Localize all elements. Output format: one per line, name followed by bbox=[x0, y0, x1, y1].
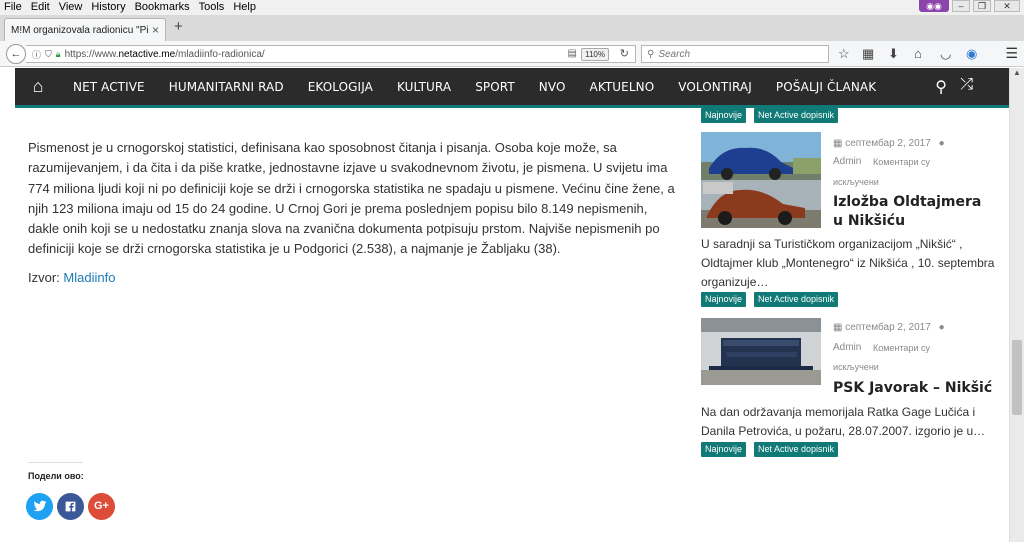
lock-icon: 🔒︎ bbox=[55, 48, 61, 59]
nav-aktuelno[interactable]: AKTUELNO bbox=[578, 80, 667, 94]
url-prefix: https://www. bbox=[64, 48, 119, 60]
site-navigation: ⌂ NET ACTIVE HUMANITARNI RAD EKOLOGIJA K… bbox=[15, 68, 1009, 108]
calendar-icon: ▦ bbox=[833, 322, 843, 333]
menu-history[interactable]: History bbox=[91, 0, 125, 15]
search-icon: ⚲ bbox=[647, 48, 655, 60]
post-comments: Коментари су bbox=[873, 157, 930, 167]
oldtimer-cars-image bbox=[701, 132, 821, 228]
post-comments-2: искључени bbox=[833, 177, 879, 187]
bookmark-star-icon[interactable]: ☆ bbox=[838, 46, 850, 62]
menu-file[interactable]: File bbox=[4, 0, 22, 15]
source-link[interactable]: Mladiinfo bbox=[63, 270, 115, 285]
reader-view-icon[interactable]: ▤ bbox=[568, 48, 577, 59]
tag-net-active-dopisnik[interactable]: Net Active dopisnik bbox=[754, 442, 839, 457]
tag-najnovije[interactable]: Najnovije bbox=[701, 108, 747, 123]
pocket-icon[interactable]: ◡ bbox=[940, 46, 951, 62]
user-icon: ● bbox=[938, 138, 945, 149]
nav-nvo[interactable]: NVO bbox=[527, 80, 578, 94]
menu-tools[interactable]: Tools bbox=[199, 0, 225, 15]
scrollbar-thumb[interactable] bbox=[1012, 340, 1022, 415]
nav-posalji-clanak[interactable]: POŠALJI ČLANAK bbox=[764, 80, 888, 94]
post-excerpt: Na dan održavanja memorijala Ratka Gage … bbox=[701, 405, 986, 438]
nav-volontiraj[interactable]: VOLONTIRAJ bbox=[666, 80, 764, 94]
active-tab[interactable]: M!M organizovala radionicu "Pisr × bbox=[4, 18, 166, 41]
user-icon: ● bbox=[938, 322, 945, 333]
post-comments-2: искључени bbox=[833, 362, 879, 372]
tab-title: M!M organizovala radionicu "Pisr bbox=[11, 24, 148, 36]
post-date-text: септембар 2, 2017 bbox=[845, 322, 931, 333]
tag-najnovije[interactable]: Najnovije bbox=[701, 442, 747, 457]
tag-najnovije[interactable]: Najnovije bbox=[701, 292, 747, 307]
team-photo-image bbox=[701, 318, 821, 385]
nav-sport[interactable]: SPORT bbox=[463, 80, 527, 94]
scroll-up-icon[interactable]: ▲ bbox=[1013, 68, 1021, 77]
tag-net-active-dopisnik[interactable]: Net Active dopisnik bbox=[754, 108, 839, 123]
twitter-icon bbox=[33, 500, 46, 512]
post-excerpt: U saradnji sa Turističkom organizacijom … bbox=[701, 237, 995, 289]
post-date: ▦ септембар 2, 2017 ● bbox=[833, 138, 945, 149]
zoom-level[interactable]: 110% bbox=[581, 48, 609, 61]
url-text[interactable]: https://www.netactive.me/mladiinfo-radio… bbox=[65, 49, 265, 60]
nav-kultura[interactable]: KULTURA bbox=[385, 80, 463, 94]
home-icon[interactable]: ⌂ bbox=[15, 76, 61, 97]
restore-button[interactable]: ❐ bbox=[973, 0, 991, 12]
menu-help[interactable]: Help bbox=[233, 0, 256, 15]
calendar-icon: ▦ bbox=[833, 138, 843, 149]
post-comments: Коментари су bbox=[873, 343, 930, 353]
back-button[interactable]: ← bbox=[6, 44, 26, 64]
post-title[interactable]: PSK Javorak – Nikšić bbox=[833, 379, 993, 398]
nav-net-active[interactable]: NET ACTIVE bbox=[61, 80, 157, 94]
article-paragraph: Pismenost je u crnogorskoj statistici, d… bbox=[28, 140, 675, 257]
menu-view[interactable]: View bbox=[59, 0, 83, 15]
share-section: Подели ово: bbox=[28, 462, 84, 481]
facebook-share-button[interactable] bbox=[57, 493, 84, 520]
twitter-share-button[interactable] bbox=[26, 493, 53, 520]
close-tab-icon[interactable]: × bbox=[152, 23, 159, 37]
reload-icon[interactable]: ↻ bbox=[620, 47, 629, 60]
post-date: ▦ септембар 2, 2017 ● bbox=[833, 322, 945, 333]
page-scrollbar[interactable]: ▲ bbox=[1009, 68, 1024, 542]
shield-icon[interactable]: ⛉ bbox=[45, 49, 52, 60]
navigation-toolbar: ← ⓘ ⛉ 🔒︎ https://www.netactive.me/mladii… bbox=[0, 41, 1024, 67]
article-body: Pismenost je u crnogorskoj statistici, d… bbox=[28, 138, 678, 260]
source-label: Izvor: bbox=[28, 270, 60, 285]
tag-net-active-dopisnik[interactable]: Net Active dopisnik bbox=[754, 292, 839, 307]
close-window-button[interactable]: ✕ bbox=[994, 0, 1020, 12]
private-browsing-icon: ◉◉ bbox=[919, 0, 949, 12]
article-source: Izvor: Mladiinfo bbox=[28, 270, 115, 285]
info-icon[interactable]: ⓘ bbox=[32, 48, 41, 61]
menu-bar: File Edit View History Bookmarks Tools H… bbox=[0, 0, 1024, 15]
hamburger-menu-icon[interactable]: ☰ bbox=[1005, 45, 1018, 62]
tab-bar: M!M organizovala radionicu "Pisr × + bbox=[0, 15, 1024, 41]
nav-ekologija[interactable]: EKOLOGIJA bbox=[296, 80, 385, 94]
nav-humanitarni-rad[interactable]: HUMANITARNI RAD bbox=[157, 80, 296, 94]
extension-icon[interactable]: ◉ bbox=[966, 46, 977, 62]
menu-edit[interactable]: Edit bbox=[31, 0, 50, 15]
url-bar[interactable]: ⓘ ⛉ 🔒︎ https://www.netactive.me/mladiinf… bbox=[26, 45, 636, 63]
post-title[interactable]: Izložba Oldtajmera u Nikšiću bbox=[833, 193, 993, 231]
facebook-icon bbox=[65, 501, 76, 512]
downloads-icon[interactable]: ⬇ bbox=[888, 46, 899, 62]
bookmarks-list-icon[interactable]: ▦ bbox=[862, 46, 874, 62]
site-search-icon[interactable]: ⚲ bbox=[935, 77, 947, 97]
post-author[interactable]: Admin bbox=[833, 156, 861, 167]
post-thumbnail-oldtimers[interactable] bbox=[701, 132, 821, 228]
minimize-button[interactable]: – bbox=[952, 0, 970, 12]
post-author[interactable]: Admin bbox=[833, 342, 861, 353]
menu-bookmarks[interactable]: Bookmarks bbox=[135, 0, 190, 15]
window-controls: ◉◉ – ❐ ✕ bbox=[919, 0, 1020, 15]
post-thumbnail-psk-javorak[interactable] bbox=[701, 318, 821, 385]
shuffle-icon[interactable]: ⤮ bbox=[960, 76, 973, 94]
google-plus-icon: G+ bbox=[94, 500, 109, 512]
url-domain: netactive.me bbox=[118, 48, 176, 60]
search-bar[interactable]: ⚲ bbox=[641, 45, 829, 63]
new-tab-icon[interactable]: + bbox=[174, 18, 183, 35]
search-input[interactable] bbox=[658, 48, 809, 60]
home-browser-icon[interactable]: ⌂ bbox=[914, 46, 922, 61]
post-date-text: септембар 2, 2017 bbox=[845, 138, 931, 149]
url-path: /mladiinfo-radionica/ bbox=[175, 48, 265, 60]
share-label: Подели ово: bbox=[28, 471, 84, 481]
google-plus-share-button[interactable]: G+ bbox=[88, 493, 115, 520]
